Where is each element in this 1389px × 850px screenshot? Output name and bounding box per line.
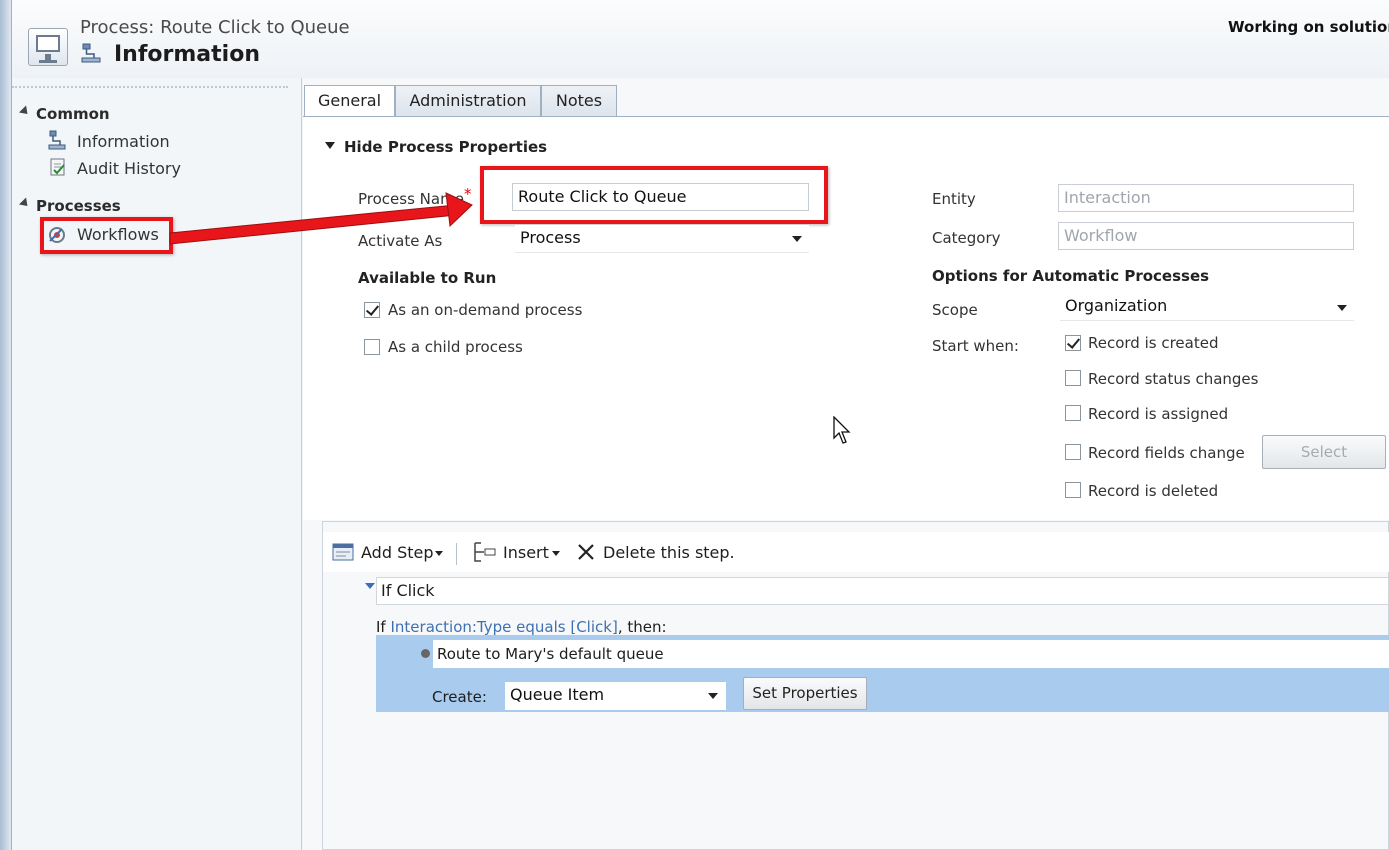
annotation-arrow [169, 192, 473, 245]
